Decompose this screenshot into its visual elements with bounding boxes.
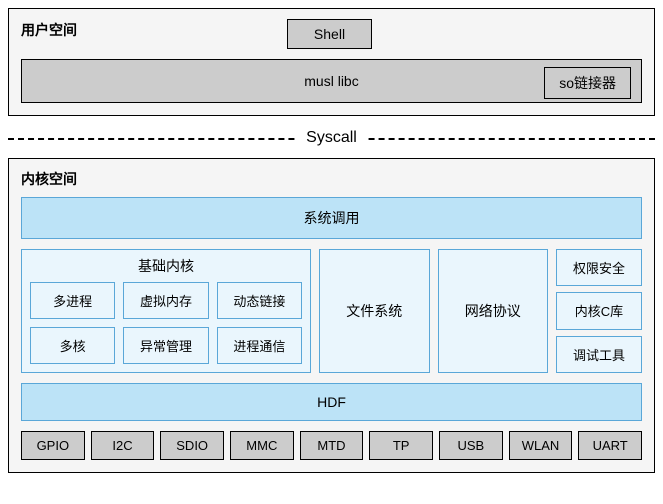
right-item-security: 权限安全 bbox=[556, 249, 642, 286]
hdf-box: HDF bbox=[21, 383, 642, 421]
core-item-dynamic-link: 动态链接 bbox=[217, 282, 302, 319]
driver-gpio: GPIO bbox=[21, 431, 85, 460]
driver-uart: UART bbox=[578, 431, 642, 460]
core-kernel-title: 基础内核 bbox=[30, 256, 302, 276]
so-linker-box: so链接器 bbox=[544, 67, 631, 99]
driver-mtd: MTD bbox=[300, 431, 364, 460]
kernel-mid-row: 基础内核 多进程 虚拟内存 动态链接 多核 异常管理 进程通信 文件系统 网络协… bbox=[21, 249, 642, 373]
core-kernel-group: 基础内核 多进程 虚拟内存 动态链接 多核 异常管理 进程通信 bbox=[21, 249, 311, 373]
core-item-multiprocess: 多进程 bbox=[30, 282, 115, 319]
core-item-multicore: 多核 bbox=[30, 327, 115, 364]
driver-row: GPIO I2C SDIO MMC MTD TP USB WLAN UART bbox=[21, 431, 642, 460]
syscall-label: Syscall bbox=[296, 129, 367, 147]
right-item-kernel-c-lib: 内核C库 bbox=[556, 292, 642, 329]
shell-box: Shell bbox=[287, 19, 372, 49]
driver-mmc: MMC bbox=[230, 431, 294, 460]
network-protocol-box: 网络协议 bbox=[438, 249, 549, 373]
driver-i2c: I2C bbox=[91, 431, 155, 460]
libc-label: musl libc bbox=[304, 73, 358, 89]
syscall-divider: Syscall bbox=[8, 126, 655, 150]
driver-usb: USB bbox=[439, 431, 503, 460]
kernel-space-title: 内核空间 bbox=[21, 169, 642, 189]
user-space-header: 用户空间 Shell bbox=[21, 19, 642, 49]
core-item-virtual-memory: 虚拟内存 bbox=[123, 282, 208, 319]
right-stack: 权限安全 内核C库 调试工具 bbox=[556, 249, 642, 373]
filesystem-box: 文件系统 bbox=[319, 249, 430, 373]
system-call-box: 系统调用 bbox=[21, 197, 642, 239]
driver-sdio: SDIO bbox=[160, 431, 224, 460]
core-item-exception: 异常管理 bbox=[123, 327, 208, 364]
user-space-section: 用户空间 Shell musl libc so链接器 bbox=[8, 8, 655, 116]
core-item-ipc: 进程通信 bbox=[217, 327, 302, 364]
driver-wlan: WLAN bbox=[509, 431, 573, 460]
libc-row: musl libc so链接器 bbox=[21, 59, 642, 103]
kernel-space-section: 内核空间 系统调用 基础内核 多进程 虚拟内存 动态链接 多核 异常管理 进程通… bbox=[8, 158, 655, 473]
driver-tp: TP bbox=[369, 431, 433, 460]
core-kernel-grid: 多进程 虚拟内存 动态链接 多核 异常管理 进程通信 bbox=[30, 282, 302, 364]
right-item-debug-tool: 调试工具 bbox=[556, 336, 642, 373]
